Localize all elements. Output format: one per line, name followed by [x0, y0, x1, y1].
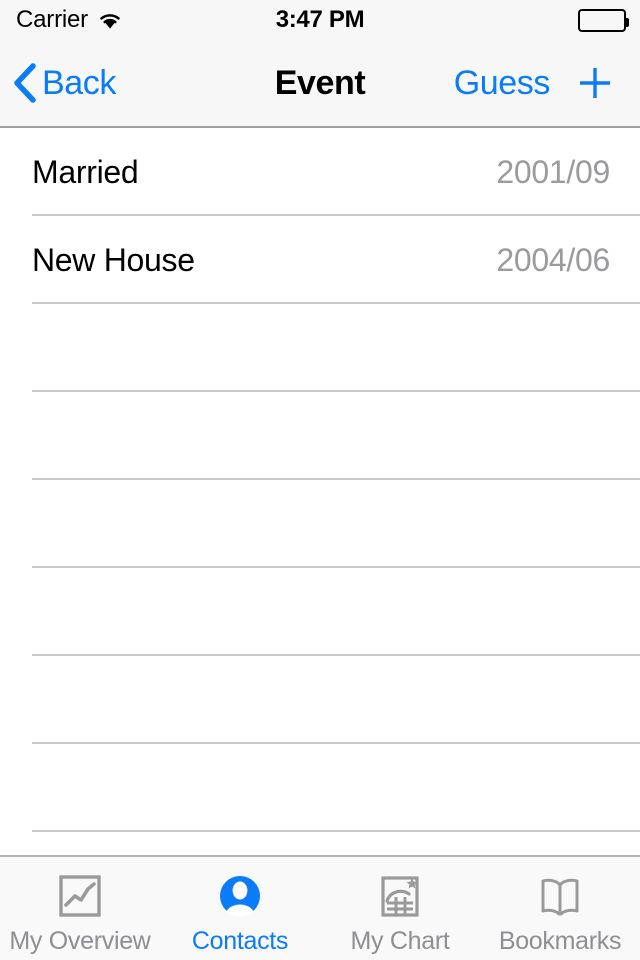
- table-row-empty: [0, 744, 640, 832]
- tab-label: Contacts: [191, 927, 289, 955]
- plus-icon[interactable]: [574, 62, 616, 104]
- event-date: 2001/09: [496, 153, 610, 190]
- tab-label: My Chart: [350, 927, 450, 955]
- navigation-bar: Back Event Guess: [0, 40, 640, 131]
- status-bar-right: [578, 8, 629, 32]
- open-book-icon: [531, 867, 589, 925]
- table-row-empty: [0, 568, 640, 656]
- table-row-empty: [0, 392, 640, 480]
- navigation-bar-actions: Guess: [454, 62, 616, 104]
- guess-button[interactable]: Guess: [454, 64, 551, 103]
- tab-my-chart[interactable]: My Chart: [320, 867, 480, 954]
- chevron-left-icon: [12, 62, 38, 104]
- tab-label: Bookmarks: [498, 927, 622, 955]
- battery-full-icon: [578, 8, 629, 32]
- tab-bar: My Overview Contacts My Chart Bookmarks: [0, 855, 640, 960]
- tab-contacts[interactable]: Contacts: [160, 867, 320, 954]
- my-chart-star-icon: [371, 867, 429, 925]
- event-name: Married: [32, 153, 139, 190]
- event-list[interactable]: Married 2001/09 New House 2004/06: [0, 128, 640, 855]
- contacts-person-icon: [211, 867, 269, 925]
- back-button-label: Back: [42, 63, 116, 102]
- event-name: New House: [32, 241, 195, 278]
- table-row[interactable]: New House 2004/06: [0, 216, 640, 304]
- tab-bookmarks[interactable]: Bookmarks: [480, 867, 640, 954]
- overview-chart-icon: [51, 867, 109, 925]
- table-row-empty: [0, 480, 640, 568]
- app-screen: Carrier 3:47 PM Back Event Guess Married…: [0, 0, 640, 960]
- status-bar-time: 3:47 PM: [275, 6, 365, 33]
- status-bar: Carrier 3:47 PM: [0, 0, 640, 40]
- table-row-empty: [0, 304, 640, 392]
- tab-my-overview[interactable]: My Overview: [0, 867, 160, 954]
- event-date: 2004/06: [496, 241, 610, 278]
- back-button[interactable]: Back: [12, 62, 116, 104]
- table-row-empty: [0, 656, 640, 744]
- tab-label: My Overview: [9, 927, 151, 955]
- table-row[interactable]: Married 2001/09: [0, 128, 640, 216]
